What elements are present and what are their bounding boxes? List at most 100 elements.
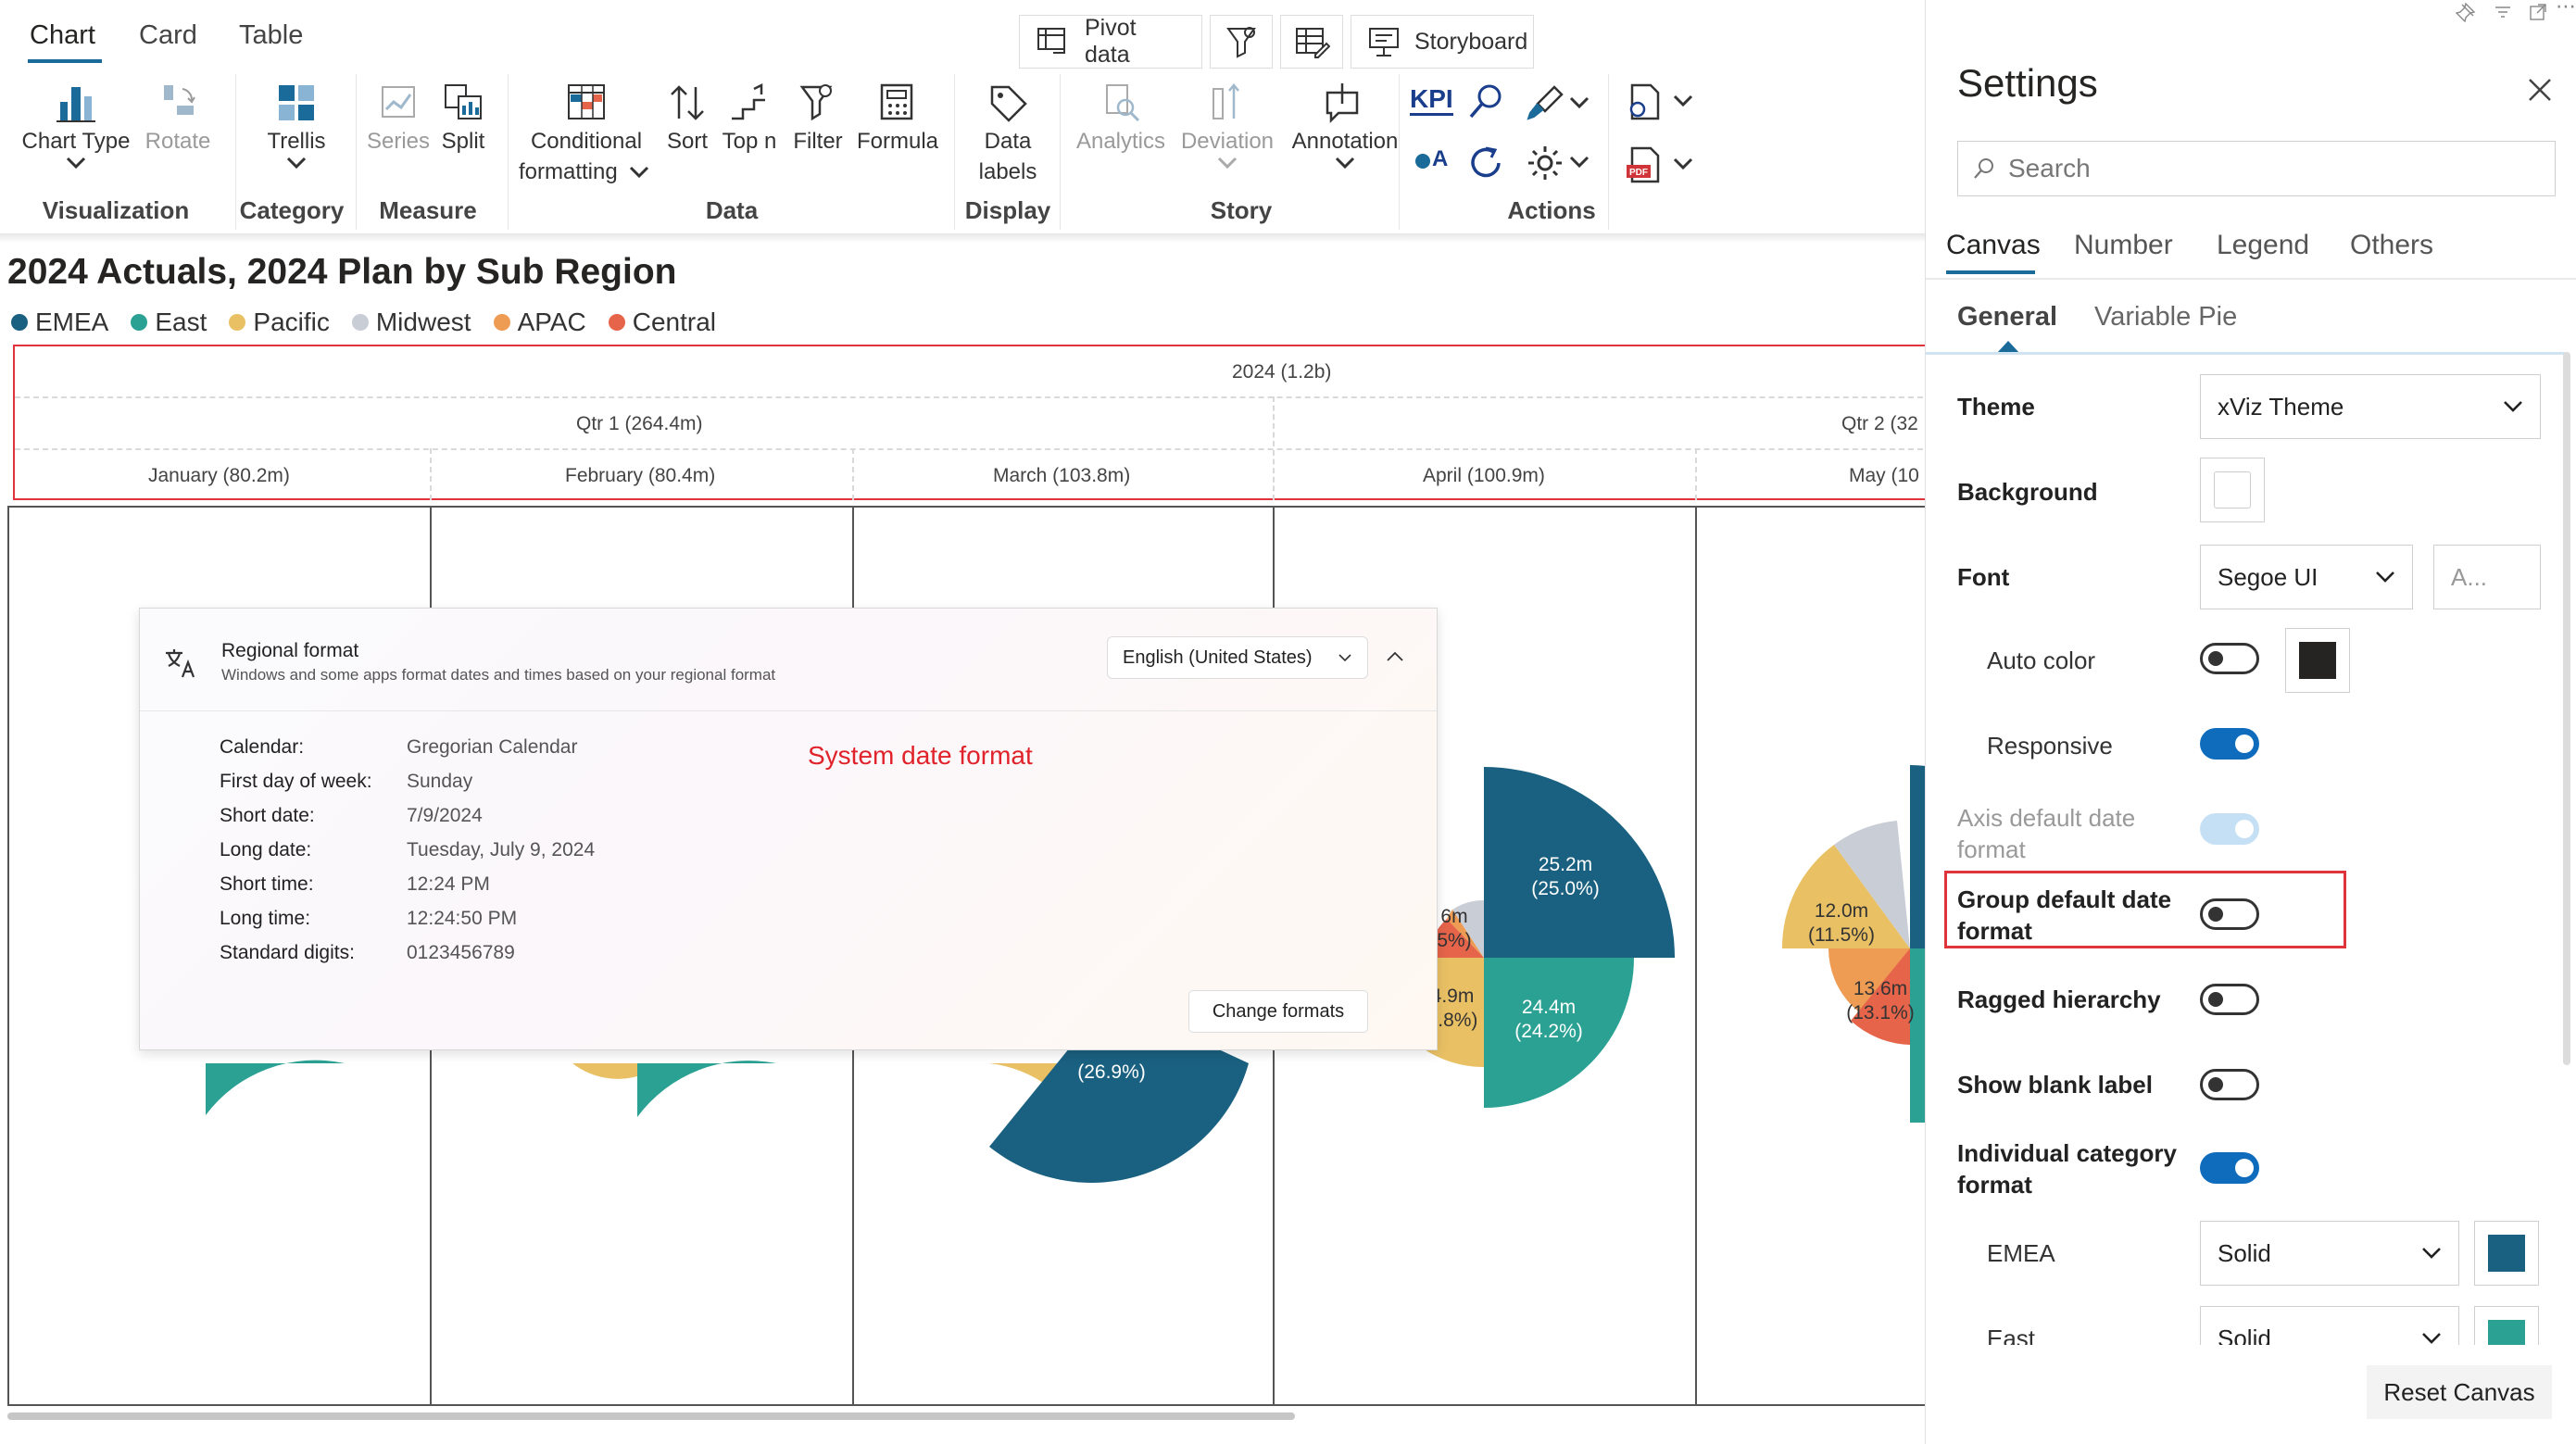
annotation-button[interactable]: Annotation <box>1286 80 1404 170</box>
pie-slice-may-east[interactable] <box>1910 948 1925 1123</box>
regional-row-label: Short date: <box>220 805 315 826</box>
pie-slice-feb-pacific[interactable] <box>572 1063 637 1079</box>
storyboard-button[interactable]: Storyboard <box>1351 15 1534 69</box>
table-edit-icon <box>1293 23 1330 60</box>
reset-canvas-button[interactable]: Reset Canvas <box>2367 1365 2552 1419</box>
trellis-icon <box>279 85 314 120</box>
responsive-toggle[interactable] <box>2200 728 2259 760</box>
ragged-hierarchy-label: Ragged hierarchy <box>1957 986 2161 1013</box>
qa-button[interactable]: A <box>1432 146 1448 172</box>
individual-category-format-toggle[interactable] <box>2200 1152 2259 1184</box>
conditional-label-1: Conditional <box>530 129 643 154</box>
legend-item[interactable]: APAC <box>493 308 586 337</box>
deviation-label: Deviation <box>1180 129 1275 154</box>
chevron-down-icon[interactable] <box>1569 96 1590 109</box>
group-display-label: Display <box>964 196 1051 224</box>
data-labels-button[interactable]: Data labels <box>967 80 1049 187</box>
rotate-button[interactable]: Rotate <box>139 80 217 157</box>
legend-item[interactable]: EMEA <box>11 308 108 337</box>
show-blank-label-toggle[interactable] <box>2200 1069 2259 1100</box>
settings-subtab-general[interactable]: General <box>1957 302 2057 333</box>
legend-item[interactable]: East <box>131 308 207 337</box>
regional-row-value: 7/9/2024 <box>407 805 483 826</box>
settings-scrollbar[interactable] <box>2563 352 2570 1065</box>
group-default-date-format-toggle[interactable] <box>2200 898 2259 930</box>
settings-search-input[interactable]: Search <box>1957 141 2556 196</box>
export-settings-icon[interactable] <box>1621 80 1667 126</box>
series-button[interactable]: Series <box>365 80 432 157</box>
background-color-picker[interactable] <box>2200 458 2265 522</box>
east-color-picker[interactable] <box>2474 1306 2539 1345</box>
pin-icon[interactable] <box>2456 2 2476 22</box>
formula-button[interactable]: Formula <box>854 80 941 157</box>
conditional-formatting-button[interactable]: Conditional formatting <box>519 80 654 187</box>
sort-button[interactable]: Sort <box>660 80 715 157</box>
gear-icon[interactable] <box>1523 141 1569 187</box>
edit-table-button[interactable] <box>1280 15 1343 69</box>
filter-toggle-button[interactable] <box>1210 15 1273 69</box>
font-size-input[interactable]: A... <box>2433 545 2541 609</box>
emea-fill-select[interactable]: Solid <box>2200 1221 2459 1286</box>
background-label: Background <box>1957 478 2098 506</box>
axis-default-label-2: format <box>1957 835 2026 863</box>
chevron-up-icon[interactable] <box>1385 649 1405 664</box>
trellis-button[interactable]: Trellis <box>252 80 341 170</box>
pdf-icon[interactable]: PDF <box>1621 143 1667 189</box>
analytics-button[interactable]: Analytics <box>1073 80 1169 157</box>
chart-type-button[interactable]: Chart Type <box>19 80 133 170</box>
pivot-data-button[interactable]: Pivot data <box>1019 15 1202 69</box>
pie-slice-may-emea[interactable] <box>1910 765 1925 948</box>
tab-chart[interactable]: Chart <box>30 20 95 51</box>
auto-color-toggle[interactable] <box>2200 643 2259 674</box>
axis-default-date-format-toggle[interactable] <box>2200 813 2259 845</box>
font-family-select[interactable]: Segoe UI <box>2200 545 2413 609</box>
more-options-icon[interactable]: ⋯ <box>2556 0 2576 19</box>
subtab-divider <box>1926 352 2565 355</box>
top-n-button[interactable]: Top n <box>719 80 780 157</box>
settings-tab-others[interactable]: Others <box>2350 230 2433 261</box>
chevron-down-icon[interactable] <box>1569 156 1590 169</box>
font-color-picker[interactable] <box>2285 628 2350 693</box>
tab-card[interactable]: Card <box>139 20 197 51</box>
emea-color-picker[interactable] <box>2474 1221 2539 1286</box>
kpi-button[interactable]: KPI <box>1410 85 1453 116</box>
expand-icon[interactable] <box>2528 2 2548 22</box>
settings-subtab-variable-pie[interactable]: Variable Pie <box>2094 302 2237 333</box>
legend-item[interactable]: Midwest <box>351 308 471 337</box>
ragged-hierarchy-toggle[interactable] <box>2200 984 2259 1015</box>
rotate-icon <box>164 85 195 115</box>
chevron-down-icon[interactable] <box>1673 157 1693 170</box>
east-fill-select[interactable]: Solid <box>2200 1306 2459 1345</box>
chevron-down-icon <box>1335 157 1355 170</box>
split-button[interactable]: Split <box>434 80 493 157</box>
brush-icon[interactable] <box>1523 82 1569 124</box>
regional-row-label: Calendar: <box>220 736 305 758</box>
search-icon[interactable] <box>1464 80 1510 126</box>
horizontal-scrollbar-thumb[interactable] <box>7 1413 1295 1420</box>
settings-tab-number[interactable]: Number <box>2074 230 2173 261</box>
legend-item[interactable]: Pacific <box>229 308 330 337</box>
refresh-icon[interactable] <box>1464 141 1510 187</box>
pivot-data-label: Pivot data <box>1085 15 1137 68</box>
chevron-down-icon <box>286 157 307 170</box>
chevron-down-icon <box>630 166 649 178</box>
chevron-down-icon <box>2422 1333 2441 1344</box>
change-formats-button[interactable]: Change formats <box>1188 990 1368 1033</box>
theme-select[interactable]: xViz Theme <box>2200 374 2541 439</box>
chevron-down-icon[interactable] <box>1673 94 1693 107</box>
pie-slice-feb-east[interactable] <box>637 1061 776 1117</box>
pie-slice-jan-east[interactable] <box>206 1060 345 1115</box>
tab-table[interactable]: Table <box>239 20 303 51</box>
settings-tab-canvas[interactable]: Canvas <box>1946 230 2041 261</box>
filter-lines-icon[interactable] <box>2493 2 2513 22</box>
ribbon-separator <box>954 74 955 230</box>
conditional-formatting-icon <box>568 84 605 119</box>
settings-tab-legend[interactable]: Legend <box>2217 230 2309 261</box>
locale-select[interactable]: English (United States) <box>1107 636 1368 679</box>
deviation-button[interactable]: Deviation <box>1176 80 1278 170</box>
filter-button[interactable]: Filter <box>785 80 850 157</box>
storyboard-label: Storyboard <box>1414 28 1528 55</box>
close-icon[interactable] <box>2526 76 2554 104</box>
regional-row-value: 12:24 PM <box>407 873 490 895</box>
legend-item[interactable]: Central <box>608 308 716 337</box>
